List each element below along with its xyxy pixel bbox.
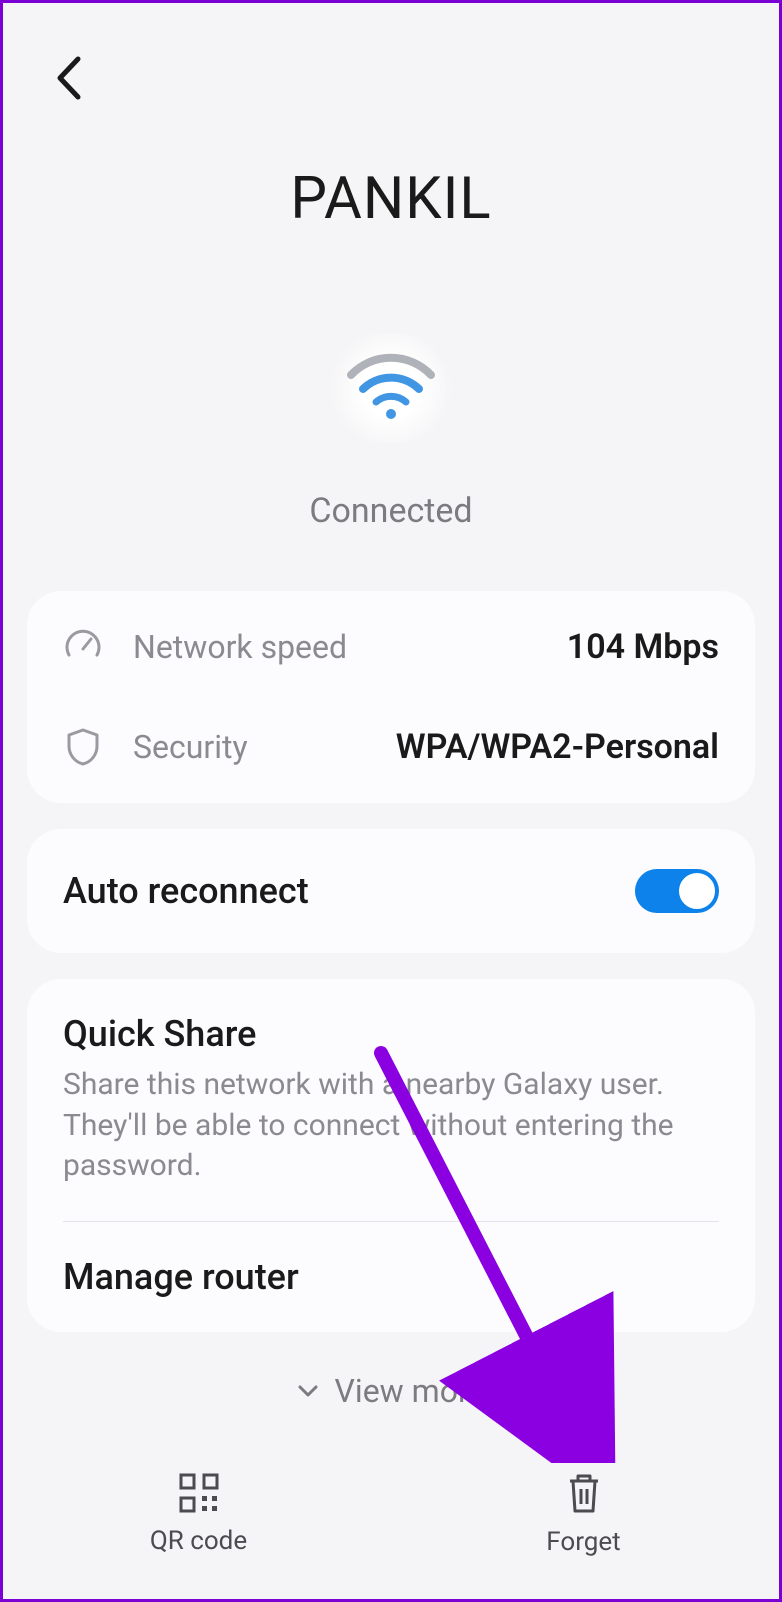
- network-speed-value: 104 Mbps: [567, 627, 719, 667]
- actions-card: Quick Share Share this network with a ne…: [27, 979, 755, 1332]
- chevron-down-icon: [297, 1384, 319, 1398]
- view-more-button[interactable]: View more: [3, 1372, 779, 1410]
- manage-router-title: Manage router: [63, 1256, 719, 1298]
- wifi-signal-icon: [331, 333, 451, 443]
- toggle-knob: [677, 871, 717, 911]
- security-label: Security: [133, 728, 248, 766]
- trash-icon: [564, 1471, 604, 1515]
- network-name-title: PANKIL: [43, 165, 739, 233]
- auto-reconnect-row[interactable]: Auto reconnect: [27, 829, 755, 953]
- security-row: Security WPA/WPA2-Personal: [27, 697, 755, 797]
- quick-share-subtitle: Share this network with a nearby Galaxy …: [63, 1065, 719, 1187]
- manage-router-item[interactable]: Manage router: [27, 1222, 755, 1332]
- chevron-left-icon: [54, 55, 82, 101]
- quick-share-item[interactable]: Quick Share Share this network with a ne…: [27, 979, 755, 1221]
- qr-code-icon: [178, 1472, 220, 1514]
- auto-reconnect-toggle[interactable]: [635, 869, 719, 913]
- auto-reconnect-label: Auto reconnect: [63, 870, 309, 912]
- quick-share-title: Quick Share: [63, 1013, 719, 1055]
- network-speed-row: Network speed 104 Mbps: [27, 597, 755, 697]
- forget-button[interactable]: Forget: [391, 1449, 776, 1579]
- security-value: WPA/WPA2-Personal: [396, 727, 719, 767]
- forget-label: Forget: [546, 1527, 620, 1557]
- network-speed-label: Network speed: [133, 628, 347, 666]
- qr-code-label: QR code: [150, 1526, 247, 1556]
- view-more-label: View more: [335, 1372, 486, 1410]
- bottom-bar: QR code Forget: [6, 1449, 776, 1579]
- connection-status: Connected: [3, 491, 779, 531]
- speedometer-icon: [63, 628, 103, 666]
- network-info-card: Network speed 104 Mbps Security WPA/WPA2…: [27, 591, 755, 803]
- qr-code-button[interactable]: QR code: [6, 1449, 391, 1579]
- back-button[interactable]: [43, 53, 93, 103]
- shield-icon: [63, 727, 103, 767]
